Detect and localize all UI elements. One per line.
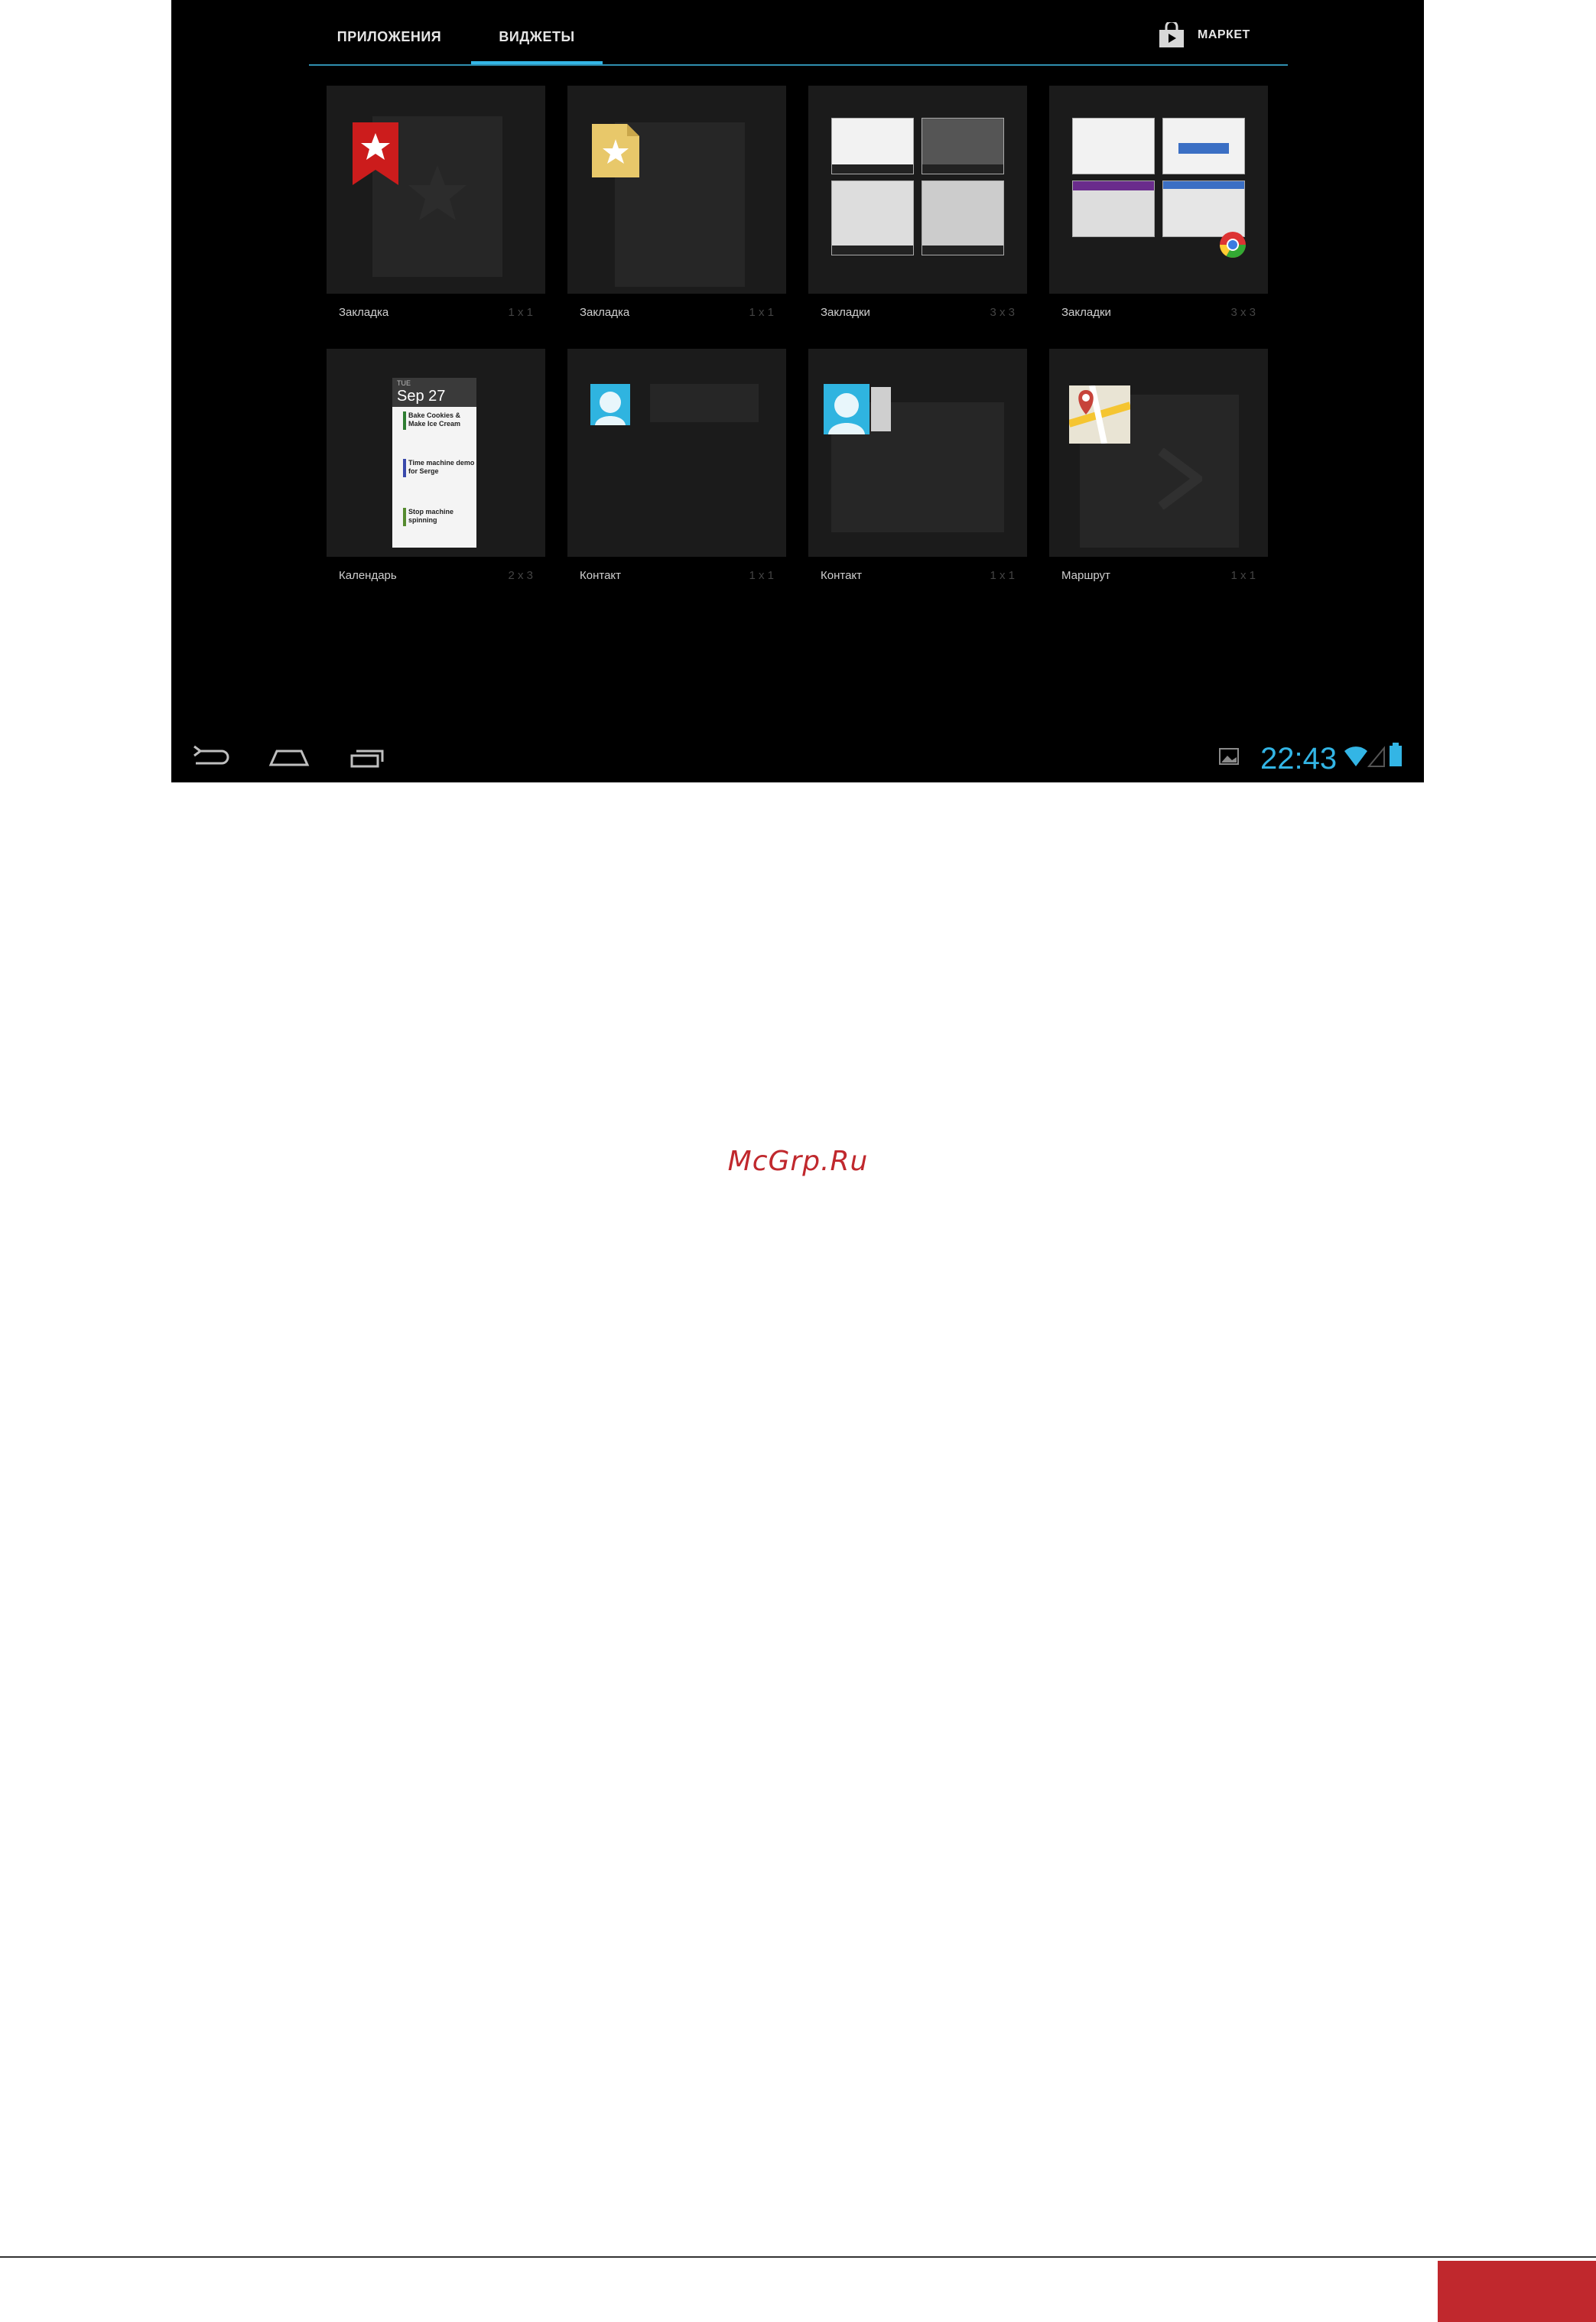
- back-icon[interactable]: [188, 742, 234, 776]
- widget-label: Закладки: [1061, 306, 1111, 319]
- maps-directions-icon: [1069, 385, 1130, 444]
- tab-apps[interactable]: ПРИЛОЖЕНИЯ: [309, 0, 470, 66]
- widget-preview: [808, 86, 1027, 294]
- home-icon[interactable]: [266, 742, 312, 776]
- widget-label: Закладки: [821, 306, 870, 319]
- tablet-screenshot: ПРИЛОЖЕНИЯ ВИДЖЕТЫ МАРКЕТ Закладка 1 x 1…: [171, 0, 1424, 782]
- calendar-event: Stop machine spinning: [403, 508, 479, 526]
- widget-size: 1 x 1: [508, 306, 533, 319]
- widget-size: 1 x 1: [1230, 569, 1256, 582]
- widget-size: 2 x 3: [508, 569, 533, 582]
- market-button[interactable]: МАРКЕТ: [1158, 20, 1250, 50]
- tab-widgets[interactable]: ВИДЖЕТЫ: [471, 0, 603, 66]
- arrow-ghost-icon: [1158, 448, 1202, 509]
- widget-size: 1 x 1: [749, 306, 774, 319]
- widget-label: Маршрут: [1061, 569, 1110, 582]
- widget-label: Закладка: [580, 306, 630, 319]
- contact-icon: [590, 384, 630, 425]
- watermark: McGrp.Ru: [727, 1146, 869, 1177]
- shopping-bag-icon: [1159, 22, 1184, 47]
- recent-apps-icon[interactable]: [344, 742, 390, 776]
- calendar-event: Bake Cookies & Make Ice Cream: [403, 411, 479, 430]
- widget-preview: [808, 349, 1027, 557]
- signal-icon: [1367, 746, 1385, 767]
- widget-preview: [1049, 86, 1268, 294]
- screenshot-notification-icon[interactable]: [1217, 745, 1240, 768]
- navigation-bar: 22:43: [171, 734, 1424, 782]
- calendar-date: Sep 27: [397, 388, 446, 405]
- bookmark-star-icon: [353, 122, 398, 185]
- contact-card-icon: [824, 384, 891, 434]
- footer-brand-box: [1438, 2261, 1596, 2322]
- widget-label: Закладка: [339, 306, 389, 319]
- calendar-icon: TUE Sep 27 Bake Cookies & Make Ice Cream…: [392, 378, 476, 548]
- widget-label: Контакт: [580, 569, 622, 582]
- widget-preview: [567, 86, 786, 294]
- wifi-icon: [1344, 746, 1367, 766]
- star-ghost-icon: [408, 165, 466, 220]
- battery-icon: [1390, 743, 1402, 766]
- widget-preview: [1049, 349, 1268, 557]
- tab-bar: ПРИЛОЖЕНИЯ ВИДЖЕТЫ: [309, 0, 1288, 66]
- widget-preview: TUE Sep 27 Bake Cookies & Make Ice Cream…: [327, 349, 545, 557]
- tab-divider: [309, 64, 1288, 66]
- calendar-day: TUE: [397, 379, 411, 387]
- chrome-icon: [1220, 232, 1246, 258]
- status-clock[interactable]: 22:43: [1260, 742, 1337, 776]
- widget-size: 3 x 3: [990, 306, 1015, 319]
- widget-label: Контакт: [821, 569, 863, 582]
- calendar-event: Time machine demo for Serge: [403, 459, 479, 477]
- market-label: МАРКЕТ: [1198, 28, 1250, 41]
- widget-size: 3 x 3: [1230, 306, 1256, 319]
- widget-size: 1 x 1: [749, 569, 774, 582]
- widget-preview: [327, 86, 545, 294]
- widget-size: 1 x 1: [990, 569, 1015, 582]
- footer-divider: [0, 2256, 1596, 2258]
- bookmark-file-icon: [592, 124, 639, 177]
- widget-preview: [567, 349, 786, 557]
- widget-label: Календарь: [339, 569, 397, 582]
